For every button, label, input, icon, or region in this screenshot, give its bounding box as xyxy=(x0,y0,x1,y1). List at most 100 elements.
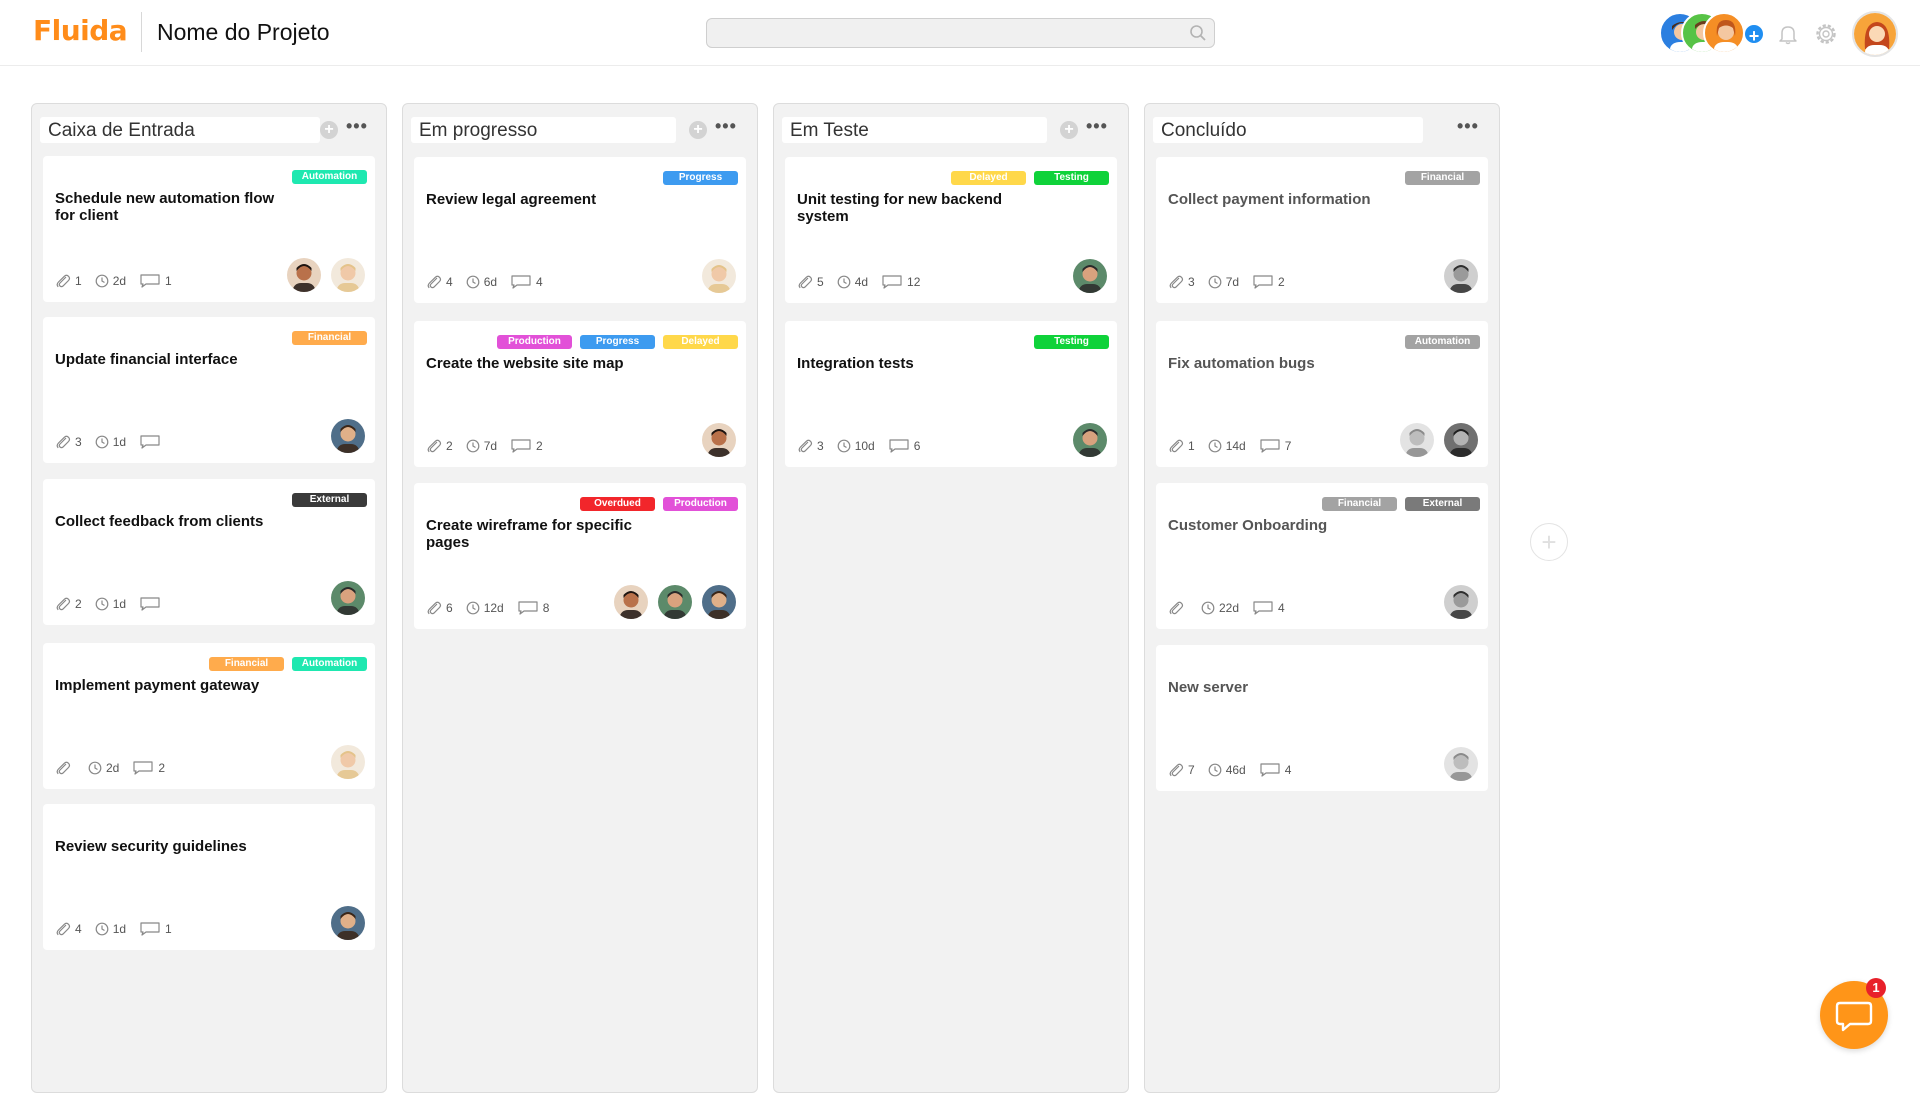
assignee-avatar[interactable] xyxy=(1444,423,1478,457)
comment-icon xyxy=(140,435,160,449)
attachments-count[interactable]: 2 xyxy=(55,597,82,611)
add-card-button[interactable]: + xyxy=(1060,121,1078,139)
paperclip-icon xyxy=(56,435,71,449)
time-value: 7d xyxy=(483,439,498,453)
comments-count[interactable]: 4 xyxy=(1252,601,1285,615)
tag-badge: Financial xyxy=(1322,497,1397,511)
task-card[interactable]: Overdued Production Create wireframe for s… xyxy=(414,483,746,629)
column-title[interactable]: Em progresso xyxy=(411,117,676,143)
attachments-count[interactable]: 4 xyxy=(55,922,82,936)
add-column-button[interactable]: + xyxy=(1530,523,1568,561)
comments-count[interactable]: 4 xyxy=(510,275,543,289)
comments-count[interactable] xyxy=(139,435,165,449)
add-member-button[interactable]: + xyxy=(1743,23,1765,46)
attachments-count[interactable]: 3 xyxy=(797,439,824,453)
more-options-icon[interactable]: ••• xyxy=(715,116,737,137)
attachments-count[interactable] xyxy=(1168,601,1188,615)
time-estimate: 4d xyxy=(837,275,868,289)
attachments-count[interactable]: 6 xyxy=(426,601,453,615)
comments-count[interactable]: 2 xyxy=(510,439,543,453)
column-title[interactable]: Caixa de Entrada xyxy=(40,117,320,143)
user-avatar[interactable] xyxy=(1852,11,1898,57)
app-logo[interactable]: Fluida xyxy=(33,14,128,47)
add-card-button[interactable]: + xyxy=(689,121,707,139)
comments-value: 2 xyxy=(536,439,543,453)
comments-count[interactable]: 1 xyxy=(139,274,172,288)
comments-count[interactable]: 2 xyxy=(1252,275,1285,289)
task-card[interactable]: Financial External Customer Onboarding 22d 4 xyxy=(1156,483,1488,629)
task-card[interactable]: External Collect feedback from clients 2 1d xyxy=(43,479,375,625)
assignee-avatar[interactable] xyxy=(1073,423,1107,457)
assignee-avatar[interactable] xyxy=(702,585,736,619)
tag-badge: Automation xyxy=(292,657,367,671)
attachments-count[interactable]: 2 xyxy=(426,439,453,453)
assignee-avatar[interactable] xyxy=(702,423,736,457)
attachments-count[interactable]: 1 xyxy=(1168,439,1195,453)
attachments-count[interactable]: 5 xyxy=(797,275,824,289)
assignee-avatar[interactable] xyxy=(331,419,365,453)
assignee-avatar[interactable] xyxy=(1444,747,1478,781)
time-value: 10d xyxy=(854,439,875,453)
column-title[interactable]: Em Teste xyxy=(782,117,1047,143)
assignee-avatar[interactable] xyxy=(614,585,648,619)
assignee-avatar[interactable] xyxy=(702,259,736,293)
comments-count[interactable]: 6 xyxy=(888,439,920,453)
comments-count[interactable]: 8 xyxy=(517,601,550,615)
attachments-count[interactable] xyxy=(55,761,75,775)
comments-count[interactable]: 2 xyxy=(132,761,165,775)
assignee-avatar[interactable] xyxy=(1400,423,1434,457)
comments-count[interactable]: 4 xyxy=(1259,763,1291,777)
card-meta: 22d 4 xyxy=(1168,601,1298,615)
comment-icon xyxy=(140,922,160,936)
paperclip-icon xyxy=(1169,275,1184,289)
assignee-avatar[interactable] xyxy=(1444,585,1478,619)
assignee-avatar[interactable] xyxy=(331,906,365,940)
time-estimate: 22d xyxy=(1201,601,1239,615)
comments-value: 4 xyxy=(536,275,543,289)
assignee-avatar[interactable] xyxy=(331,581,365,615)
search-icon[interactable] xyxy=(1189,24,1207,42)
search-input[interactable] xyxy=(706,18,1215,48)
card-title: Fix automation bugs xyxy=(1168,355,1315,372)
assignee-avatar[interactable] xyxy=(331,258,365,292)
comments-count[interactable]: 7 xyxy=(1259,439,1291,453)
task-card[interactable]: Financial Collect payment information 3 7d 2 xyxy=(1156,157,1488,303)
assignee-avatar[interactable] xyxy=(1073,259,1107,293)
assignee-avatar[interactable] xyxy=(658,585,692,619)
attachments-count[interactable]: 1 xyxy=(55,274,82,288)
comments-count[interactable]: 12 xyxy=(881,275,920,289)
attachments-count[interactable]: 3 xyxy=(1168,275,1195,289)
attachments-count[interactable]: 7 xyxy=(1168,763,1195,777)
task-card[interactable]: Delayed Testing Unit testing for new backe… xyxy=(785,157,1117,303)
attachments-value: 5 xyxy=(817,275,824,289)
gear-icon[interactable] xyxy=(1813,21,1839,47)
assignee-avatar[interactable] xyxy=(1444,259,1478,293)
task-card[interactable]: Financial Automation Implement payment gat… xyxy=(43,643,375,789)
task-card[interactable]: New server 7 46d 4 xyxy=(1156,645,1488,791)
task-card[interactable]: Financial Update financial interface 3 1d xyxy=(43,317,375,463)
task-card[interactable]: Testing Integration tests 3 10d 6 xyxy=(785,321,1117,467)
task-card[interactable]: Review security guidelines 4 1d 1 xyxy=(43,804,375,950)
card-title: Schedule new automation flow for client xyxy=(55,190,275,224)
assignee-avatar[interactable] xyxy=(287,258,321,292)
more-options-icon[interactable]: ••• xyxy=(1086,116,1108,137)
task-card[interactable]: Automation Schedule new automation flow f… xyxy=(43,156,375,302)
comments-count[interactable]: 1 xyxy=(139,922,172,936)
comments-count[interactable] xyxy=(139,597,165,611)
bell-icon[interactable] xyxy=(1776,22,1800,46)
add-card-button[interactable]: + xyxy=(320,121,338,139)
column-title[interactable]: Concluído xyxy=(1153,117,1423,143)
team-member-avatar[interactable] xyxy=(1703,12,1745,54)
more-options-icon[interactable]: ••• xyxy=(1457,116,1479,137)
attachments-count[interactable]: 4 xyxy=(426,275,453,289)
more-options-icon[interactable]: ••• xyxy=(346,116,368,137)
comment-icon xyxy=(889,439,909,453)
task-card[interactable]: Production Progress Delayed Create the webs… xyxy=(414,321,746,467)
card-meta: 3 10d 6 xyxy=(797,439,933,453)
assignee-avatar[interactable] xyxy=(331,745,365,779)
attachments-count[interactable]: 3 xyxy=(55,435,82,449)
task-card[interactable]: Progress Review legal agreement 4 6d 4 xyxy=(414,157,746,303)
task-card[interactable]: Automation Fix automation bugs 1 14d 7 xyxy=(1156,321,1488,467)
clock-icon xyxy=(95,435,109,449)
comments-value: 8 xyxy=(542,601,550,615)
